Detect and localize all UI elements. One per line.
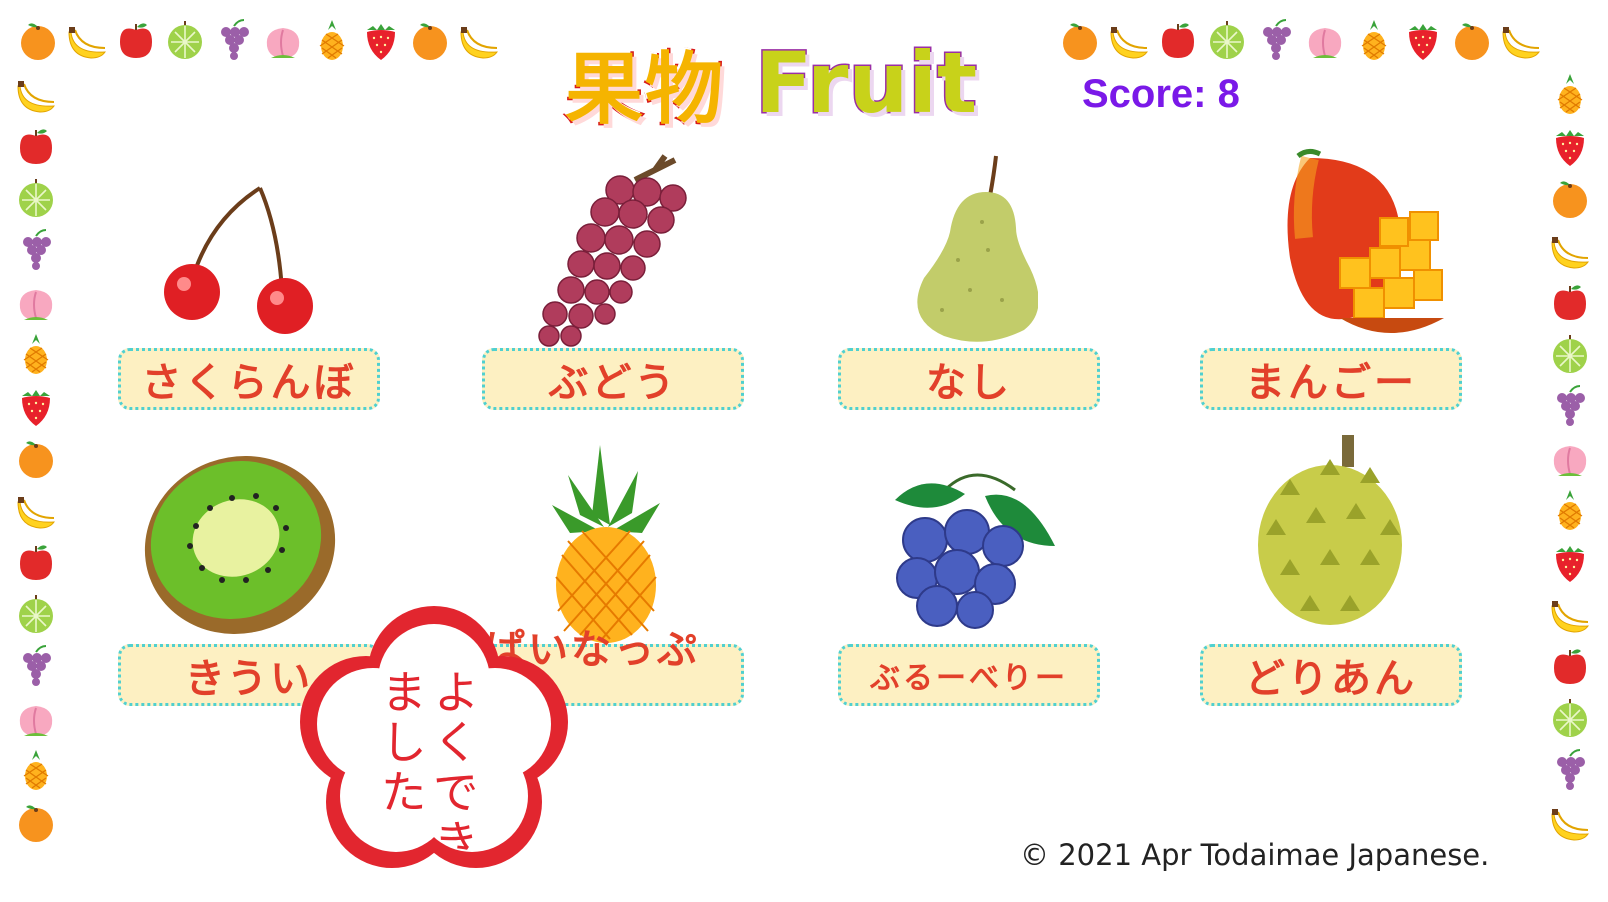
banana-icon [1107,18,1151,62]
peach-icon [1303,18,1347,62]
grape-icon [14,644,58,688]
strawberry-icon [359,18,403,62]
peach-icon [261,18,305,62]
peach-icon [1548,436,1592,480]
orange-icon [14,800,58,844]
fruit-label-grape[interactable]: ぶどう [482,348,744,410]
fruit-label-durian[interactable]: どりあん [1200,644,1462,706]
grape-icon [1548,384,1592,428]
pear-icon[interactable] [898,150,1038,345]
strawberry-icon [1548,124,1592,168]
banana-icon [457,18,501,62]
fruit-label-cherry[interactable]: さくらんぼ [118,348,380,410]
fruit-label-blueberry[interactable]: ぶるーべりー [838,644,1100,706]
page-title: 果物 Fruit [563,28,979,138]
orange-icon [16,18,60,62]
apple-icon [14,540,58,584]
melon-icon [1548,696,1592,740]
melon-icon [14,592,58,636]
grape-icon[interactable] [525,150,715,350]
strawberry-icon [14,384,58,428]
grape-icon [1254,18,1298,62]
peach-icon [14,696,58,740]
orange-icon [408,18,452,62]
fruit-label-mango[interactable]: まんごー [1200,348,1462,410]
pineapple-icon [310,18,354,62]
banana-icon [1548,800,1592,844]
durian-icon[interactable] [1250,435,1410,625]
melon-icon [1548,332,1592,376]
grape-icon [14,228,58,272]
orange-icon [14,436,58,480]
pineapple-icon [14,748,58,792]
blueberry-icon[interactable] [885,460,1060,635]
title-japanese: 果物 [563,44,726,137]
apple-icon [1548,280,1592,324]
banana-icon [1499,18,1543,62]
orange-icon [1058,18,1102,62]
orange-icon [1548,176,1592,220]
stamp-text: よくできました [374,668,480,868]
peach-icon [14,280,58,324]
mango-icon[interactable] [1270,148,1470,348]
score-display: Score: 8 [1082,72,1240,116]
strawberry-icon [1548,540,1592,584]
cherry-icon[interactable] [150,180,330,340]
pineapple-icon [1548,488,1592,532]
fruit-label-pear[interactable]: なし [838,348,1100,410]
banana-icon [1548,228,1592,272]
pineapple-icon [1548,72,1592,116]
melon-icon [163,18,207,62]
apple-icon [114,18,158,62]
melon-icon [14,176,58,220]
pineapple-icon [14,332,58,376]
grape-icon [1548,748,1592,792]
banana-icon [1548,592,1592,636]
banana-icon [65,18,109,62]
title-english: Fruit [754,33,979,134]
copyright-text: © 2021 Apr Todaimae Japanese. [1020,838,1490,872]
banana-icon [14,488,58,532]
orange-icon [1450,18,1494,62]
apple-icon [1156,18,1200,62]
pineapple-icon [1352,18,1396,62]
melon-icon [1205,18,1249,62]
banana-icon [14,72,58,116]
apple-icon [1548,644,1592,688]
strawberry-icon [1401,18,1445,62]
apple-icon [14,124,58,168]
grape-icon [212,18,256,62]
